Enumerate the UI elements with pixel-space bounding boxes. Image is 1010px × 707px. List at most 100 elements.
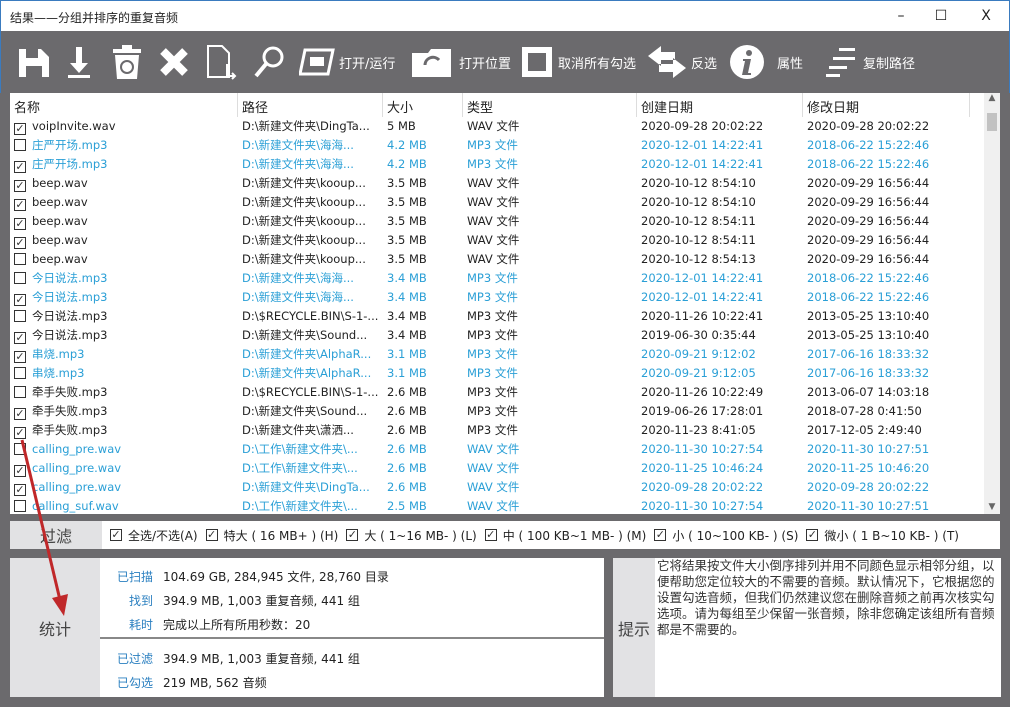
- file-type: MP3 文件: [467, 271, 518, 285]
- table-row[interactable]: ✓ voipInvite.wav D:\新建文件夹\DingTa... 5 MB WAV…: [10, 117, 984, 136]
- table-row[interactable]: ✓ beep.wav D:\新建文件夹\kooup... 3.5 MB WAV 文件 20…: [10, 212, 984, 231]
- row-checkbox[interactable]: [14, 253, 26, 265]
- table-row[interactable]: ✓ 今日说法.mp3 D:\新建文件夹\海海... 3.4 MB MP3 文件 2020-…: [10, 288, 984, 307]
- table-row[interactable]: ✓ 牵手失败.mp3 D:\新建文件夹\Sound... 2.6 MB MP3 文件 20…: [10, 402, 984, 421]
- row-checkbox[interactable]: ✓: [14, 427, 26, 439]
- column-header-name[interactable]: 名称: [10, 93, 238, 117]
- row-checkbox[interactable]: ✓: [14, 465, 26, 477]
- properties-button[interactable]: 属性: [729, 43, 803, 81]
- column-header-size[interactable]: 大小: [383, 93, 463, 117]
- row-checkbox[interactable]: [14, 500, 26, 512]
- filter-checkbox[interactable]: ✓: [110, 529, 122, 541]
- table-row[interactable]: 串烧.mp3 D:\新建文件夹\AlphaR... 3.1 MB MP3 文件 2020…: [10, 364, 984, 383]
- uncheck-all-button[interactable]: 取消所有勾选: [520, 43, 636, 81]
- table-row[interactable]: ✓ 庄严开场.mp3 D:\新建文件夹\海海... 4.2 MB MP3 文件 2020-…: [10, 155, 984, 174]
- table-row[interactable]: ✓ beep.wav D:\新建文件夹\kooup... 3.5 MB WAV 文件 20…: [10, 174, 984, 193]
- file-name: 今日说法.mp3: [32, 271, 108, 285]
- row-checkbox[interactable]: ✓: [14, 408, 26, 420]
- column-header-created[interactable]: 创建日期: [637, 93, 803, 117]
- table-row[interactable]: beep.wav D:\新建文件夹\kooup... 3.5 MB WAV 文件 202…: [10, 250, 984, 269]
- file-size: 3.1 MB: [387, 366, 427, 380]
- modified-date: 2020-11-30 10:27:51: [807, 442, 930, 456]
- row-checkbox[interactable]: [14, 443, 26, 455]
- row-checkbox[interactable]: ✓: [14, 161, 26, 173]
- table-row[interactable]: ✓ beep.wav D:\新建文件夹\kooup... 3.5 MB WAV 文件 20…: [10, 231, 984, 250]
- row-checkbox[interactable]: ✓: [14, 180, 26, 192]
- table-row[interactable]: calling_pre.wav D:\工作\新建文件夹\... 2.6 MB WAV …: [10, 440, 984, 459]
- save-button[interactable]: [17, 43, 51, 81]
- open-run-button[interactable]: 打开/运行: [299, 43, 395, 81]
- row-checkbox[interactable]: ✓: [14, 218, 26, 230]
- open-location-button[interactable]: 打开位置: [411, 43, 511, 81]
- table-row[interactable]: ✓ 串烧.mp3 D:\新建文件夹\AlphaR... 3.1 MB MP3 文件 202…: [10, 345, 984, 364]
- row-checkbox[interactable]: [14, 272, 26, 284]
- modified-date: 2013-05-25 13:10:40: [807, 309, 930, 323]
- row-checkbox[interactable]: [14, 367, 26, 379]
- row-checkbox[interactable]: ✓: [14, 332, 26, 344]
- row-checkbox[interactable]: ✓: [14, 237, 26, 249]
- table-row[interactable]: 今日说法.mp3 D:\新建文件夹\海海... 3.4 MB MP3 文件 2020-1…: [10, 269, 984, 288]
- table-row[interactable]: ✓ 今日说法.mp3 D:\新建文件夹\Sound... 3.4 MB MP3 文件 20…: [10, 326, 984, 345]
- row-checkbox[interactable]: [14, 310, 26, 322]
- file-name: beep.wav: [32, 214, 88, 228]
- filter-option[interactable]: ✓ 中 ( 100 KB~1 MB- ) (M): [484, 527, 646, 544]
- file-type: WAV 文件: [467, 499, 520, 513]
- copy-path-label: 复制路径: [863, 56, 916, 72]
- table-row[interactable]: ✓ 牵手失败.mp3 D:\新建文件夹\潇洒... 2.6 MB MP3 文件 2020-…: [10, 421, 984, 440]
- filter-checkbox[interactable]: ✓: [346, 529, 359, 541]
- filter-checkbox[interactable]: ✓: [484, 529, 497, 541]
- search-button[interactable]: [253, 43, 285, 81]
- column-header-path[interactable]: 路径: [238, 93, 383, 117]
- modified-date: 2017-12-05 2:49:40: [807, 423, 922, 437]
- filter-option[interactable]: ✓ 全选/不选(A): [110, 527, 198, 544]
- column-header-modified[interactable]: 修改日期: [803, 93, 970, 117]
- scroll-thumb[interactable]: [987, 113, 997, 131]
- table-row[interactable]: ✓ calling_pre.wav D:\工作\新建文件夹\... 2.6 MB WAV…: [10, 459, 984, 478]
- column-header-type[interactable]: 类型: [463, 93, 637, 117]
- maximize-button[interactable]: ☐: [921, 5, 961, 27]
- stats-key: 耗时: [128, 618, 153, 632]
- row-checkbox[interactable]: [14, 139, 26, 151]
- filter-checkbox[interactable]: ✓: [654, 529, 667, 541]
- stats-key: 找到: [128, 594, 153, 608]
- toolbar: 打开/运行 打开位置 取消所有勾选 反选 属性 复制路径: [0, 31, 1010, 93]
- row-checkbox[interactable]: ✓: [14, 351, 26, 363]
- download-button[interactable]: [65, 43, 93, 81]
- move-button[interactable]: [205, 43, 239, 81]
- recycle-button[interactable]: [111, 43, 143, 81]
- filter-option-label: 微小 ( 1 B~10 KB- ) (T): [824, 528, 959, 543]
- scroll-down-arrow[interactable]: ▼: [984, 502, 1000, 512]
- row-checkbox[interactable]: ✓: [14, 123, 26, 135]
- invert-selection-button[interactable]: 反选: [647, 43, 717, 81]
- filter-checkbox[interactable]: ✓: [205, 529, 218, 541]
- scroll-up-arrow[interactable]: ▲: [984, 93, 1000, 103]
- modified-date: 2020-09-29 16:56:44: [807, 233, 930, 247]
- table-row[interactable]: 庄严开场.mp3 D:\新建文件夹\海海... 4.2 MB MP3 文件 2020-1…: [10, 136, 984, 155]
- table-row[interactable]: 今日说法.mp3 D:\$RECYCLE.BIN\S-1-... 3.4 MB MP3…: [10, 307, 984, 326]
- table-row[interactable]: ✓ beep.wav D:\新建文件夹\kooup... 3.5 MB WAV 文件 20…: [10, 193, 984, 212]
- stats-key: 已勾选: [116, 676, 153, 690]
- table-row[interactable]: calling_suf.wav D:\工作\新建文件夹\... 2.5 MB WAV …: [10, 497, 984, 514]
- file-path: D:\新建文件夹\AlphaR...: [242, 347, 372, 361]
- table-row[interactable]: ✓ calling_pre.wav D:\新建文件夹\DingTa... 2.6 MB…: [10, 478, 984, 497]
- row-checkbox[interactable]: [14, 386, 26, 398]
- copy-path-button[interactable]: 复制路径: [825, 43, 915, 81]
- stats-divider: [100, 637, 604, 639]
- close-button[interactable]: X: [966, 5, 1006, 27]
- stats-value: 394.9 MB, 1,003 重复音频, 441 组: [163, 594, 360, 608]
- file-size: 3.4 MB: [387, 328, 427, 342]
- table-row[interactable]: 牵手失败.mp3 D:\$RECYCLE.BIN\S-1-... 2.6 MB MP3…: [10, 383, 984, 402]
- filter-checkbox[interactable]: ✓: [806, 529, 819, 541]
- filter-option[interactable]: ✓ 微小 ( 1 B~10 KB- ) (T): [806, 527, 959, 544]
- minimize-button[interactable]: –: [881, 5, 921, 27]
- delete-button[interactable]: [158, 43, 190, 81]
- filter-option[interactable]: ✓ 大 ( 1~16 MB- ) (L): [346, 527, 477, 544]
- row-checkbox[interactable]: ✓: [14, 199, 26, 211]
- filter-option[interactable]: ✓ 小 ( 10~100 KB- ) (S): [654, 527, 798, 544]
- row-checkbox[interactable]: ✓: [14, 484, 26, 496]
- vertical-scrollbar[interactable]: ▲ ▼: [984, 93, 1000, 514]
- file-size: 4.2 MB: [387, 138, 427, 152]
- file-path: D:\新建文件夹\kooup...: [242, 252, 366, 266]
- filter-option[interactable]: ✓ 特大 ( 16 MB+ ) (H): [205, 527, 338, 544]
- row-checkbox[interactable]: ✓: [14, 294, 26, 306]
